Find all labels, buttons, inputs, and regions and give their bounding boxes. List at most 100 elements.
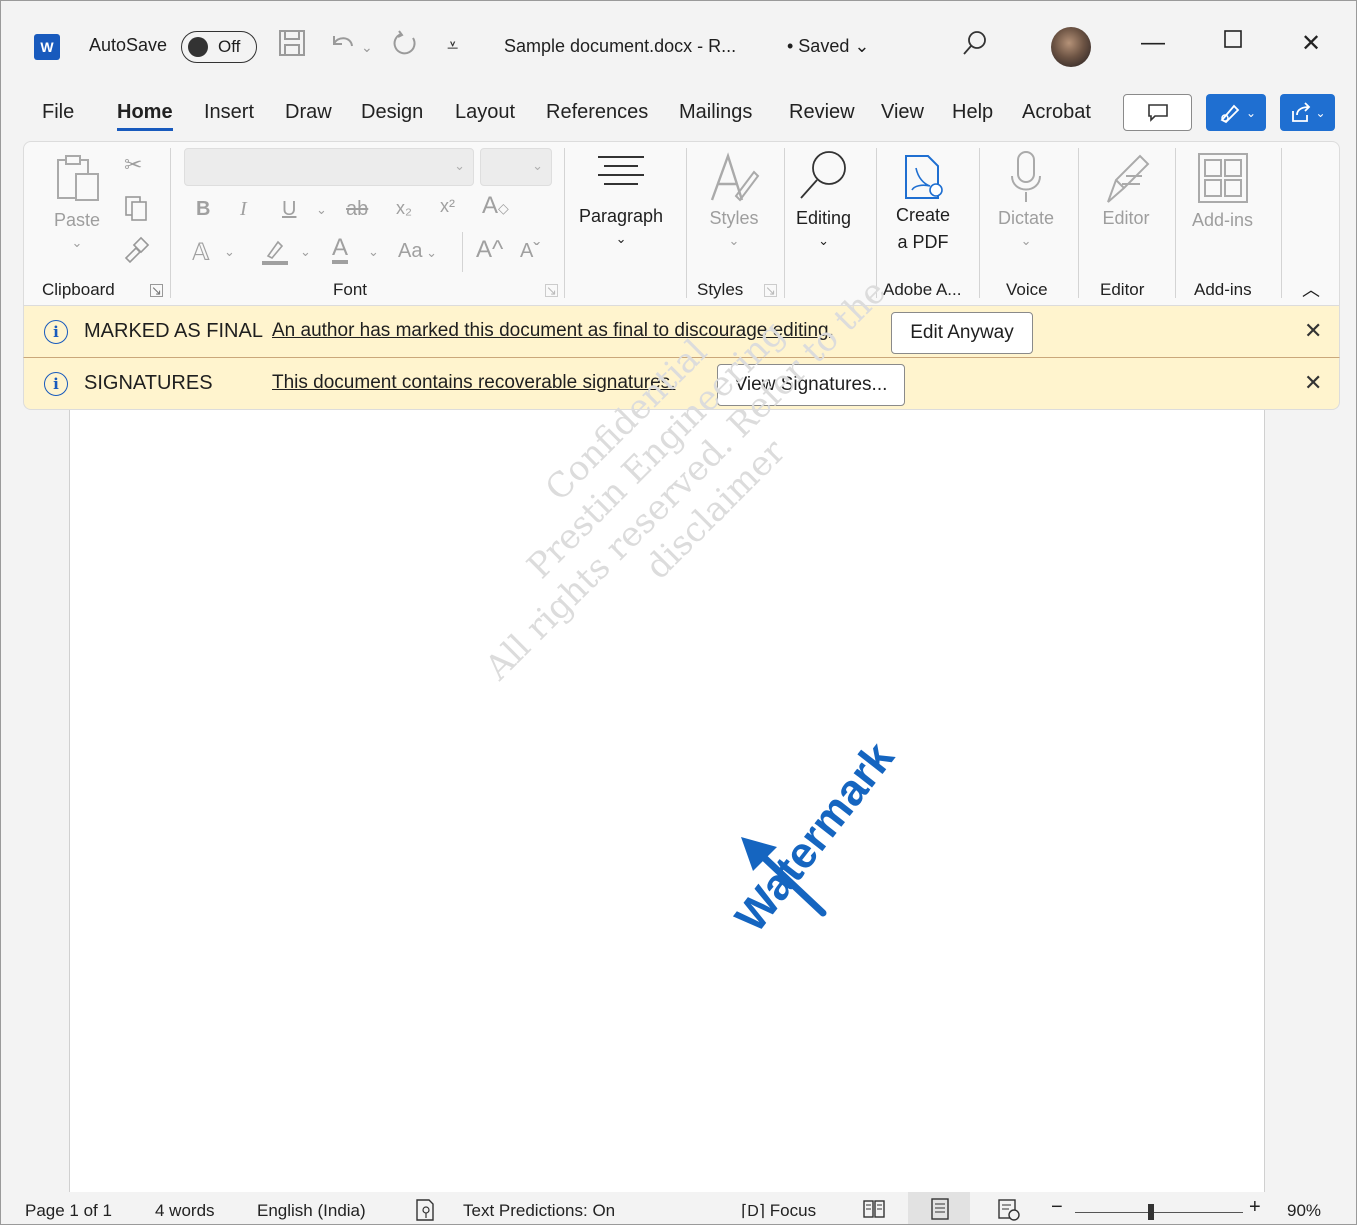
font-group-label: Font — [333, 280, 368, 299]
web-layout-icon[interactable] — [997, 1198, 1021, 1224]
change-case-button[interactable]: Aa ⌄ — [398, 240, 437, 263]
clipboard-launcher-icon[interactable]: ↘ — [150, 284, 163, 297]
undo-icon[interactable] — [327, 28, 357, 58]
ribbon-separator — [1078, 148, 1079, 298]
print-layout-icon[interactable] — [930, 1198, 950, 1224]
info-icon: i — [44, 320, 68, 344]
zoom-out-button[interactable]: − — [1051, 1196, 1063, 1219]
highlight-dropdown-icon[interactable]: ⌄ — [300, 244, 311, 260]
word-window: W AutoSave Off ⌄ ⩡ Sample document.docx … — [0, 0, 1357, 1225]
format-painter-icon[interactable] — [122, 236, 150, 269]
paragraph-button[interactable]: Paragraph ⌄ — [579, 154, 663, 248]
search-icon[interactable] — [961, 29, 989, 57]
save-icon[interactable] — [277, 28, 307, 58]
tab-help[interactable]: Help — [952, 101, 993, 124]
text-effects-dropdown-icon[interactable]: ⌄ — [224, 244, 235, 260]
grow-font-button[interactable]: A^ — [476, 236, 503, 264]
tab-view[interactable]: View — [881, 101, 924, 124]
tab-layout[interactable]: Layout — [455, 101, 515, 124]
page-count[interactable]: Page 1 of 1 — [25, 1201, 112, 1221]
customize-qat-icon[interactable]: ⩡ — [447, 35, 458, 58]
styles-icon — [710, 152, 760, 202]
editing-mode-button[interactable]: ⌄ — [1206, 94, 1266, 131]
zoom-slider[interactable] — [1075, 1212, 1243, 1213]
font-launcher-icon[interactable]: ↘ — [545, 284, 558, 297]
copy-icon[interactable] — [122, 194, 150, 227]
share-icon — [1292, 101, 1311, 122]
tab-file[interactable]: File — [42, 101, 74, 124]
tab-review[interactable]: Review — [789, 101, 855, 124]
bold-button[interactable]: B — [196, 198, 210, 221]
zoom-level[interactable]: 90% — [1287, 1201, 1321, 1221]
ribbon-separator — [1281, 148, 1282, 298]
close-window-icon[interactable]: ✕ — [1301, 29, 1321, 58]
tab-draw[interactable]: Draw — [285, 101, 332, 124]
saved-status[interactable]: • Saved ⌄ — [787, 36, 869, 57]
dictate-button[interactable]: Dictate ⌄ — [998, 150, 1054, 250]
tab-mailings[interactable]: Mailings — [679, 101, 752, 124]
ribbon-separator — [979, 148, 980, 298]
share-button[interactable]: ⌄ — [1280, 94, 1335, 131]
tab-acrobat[interactable]: Acrobat — [1022, 101, 1091, 124]
zoom-slider-thumb[interactable] — [1147, 1204, 1154, 1220]
tab-references[interactable]: References — [546, 101, 648, 124]
voice-group-label: Voice — [1006, 280, 1048, 299]
ribbon-separator — [462, 232, 463, 272]
tab-design[interactable]: Design — [361, 101, 423, 124]
shrink-font-button[interactable]: Aˇ — [520, 240, 540, 263]
accessibility-icon[interactable] — [415, 1198, 435, 1224]
ribbon-separator — [686, 148, 687, 298]
editor-group-label: Editor — [1100, 280, 1145, 299]
ribbon-tabs: File Home Insert Draw Design Layout Refe… — [1, 89, 1356, 139]
font-color-dropdown-icon[interactable]: ⌄ — [368, 244, 379, 260]
word-logo-icon: W — [34, 34, 60, 60]
maximize-icon[interactable] — [1223, 29, 1243, 49]
microphone-icon — [1011, 151, 1042, 202]
addins-button[interactable]: Add-ins — [1192, 152, 1253, 231]
create-pdf-button[interactable]: Create a PDF — [896, 154, 950, 256]
collapse-ribbon-icon[interactable]: ︿ — [1302, 276, 1320, 302]
autosave-toggle[interactable]: Off — [181, 31, 257, 63]
styles-button[interactable]: Styles ⌄ — [708, 150, 760, 250]
font-color-icon[interactable]: A — [332, 236, 349, 264]
text-effects-icon[interactable]: 𝔸 — [192, 238, 210, 267]
superscript-button[interactable]: x² — [440, 196, 455, 217]
text-predictions[interactable]: Text Predictions: On — [463, 1201, 615, 1221]
underline-button[interactable]: U — [282, 198, 296, 221]
paragraph-icon — [598, 156, 645, 185]
clear-formatting-icon[interactable]: A◇ — [482, 192, 509, 220]
focus-button[interactable]: ⌈D⌉ Focus — [741, 1201, 816, 1221]
language-indicator[interactable]: English (India) — [257, 1201, 366, 1221]
read-mode-icon[interactable] — [863, 1198, 885, 1224]
strikethrough-button[interactable]: ab — [346, 198, 368, 221]
focus-icon: ⌈D⌉ — [741, 1203, 766, 1220]
word-count[interactable]: 4 words — [155, 1201, 215, 1221]
tab-insert[interactable]: Insert — [204, 101, 254, 124]
redo-icon[interactable] — [391, 28, 421, 58]
infobar-message-link[interactable]: This document contains recoverable signa… — [272, 372, 675, 394]
infobar-title: SIGNATURES — [84, 372, 213, 394]
close-icon[interactable]: ✕ — [1304, 370, 1322, 396]
font-name-select[interactable]: ⌄ — [184, 148, 474, 186]
comments-button[interactable] — [1123, 94, 1192, 131]
tab-home[interactable]: Home — [117, 101, 173, 131]
addins-grid-icon — [1197, 153, 1248, 203]
status-bar: Page 1 of 1 4 words English (India) Text… — [1, 1192, 1356, 1224]
undo-dropdown-icon[interactable]: ⌄ — [361, 39, 373, 56]
zoom-in-button[interactable]: + — [1249, 1196, 1261, 1219]
close-icon[interactable]: ✕ — [1304, 318, 1322, 344]
highlight-icon[interactable] — [260, 236, 290, 272]
font-size-select[interactable]: ⌄ — [480, 148, 552, 186]
ribbon-separator — [1175, 148, 1176, 298]
toggle-knob — [188, 37, 208, 57]
minimize-icon[interactable]: — — [1141, 29, 1165, 57]
info-icon: i — [44, 372, 68, 396]
italic-button[interactable]: I — [240, 198, 247, 221]
cut-icon[interactable]: ✂ — [124, 152, 142, 178]
editor-button[interactable]: Editor — [1100, 150, 1152, 229]
user-avatar[interactable] — [1051, 27, 1091, 67]
pen-icon — [1220, 104, 1240, 123]
underline-dropdown-icon[interactable]: ⌄ — [316, 202, 327, 218]
subscript-button[interactable]: x₂ — [396, 198, 412, 219]
paste-button[interactable]: Paste ⌄ — [52, 152, 102, 252]
